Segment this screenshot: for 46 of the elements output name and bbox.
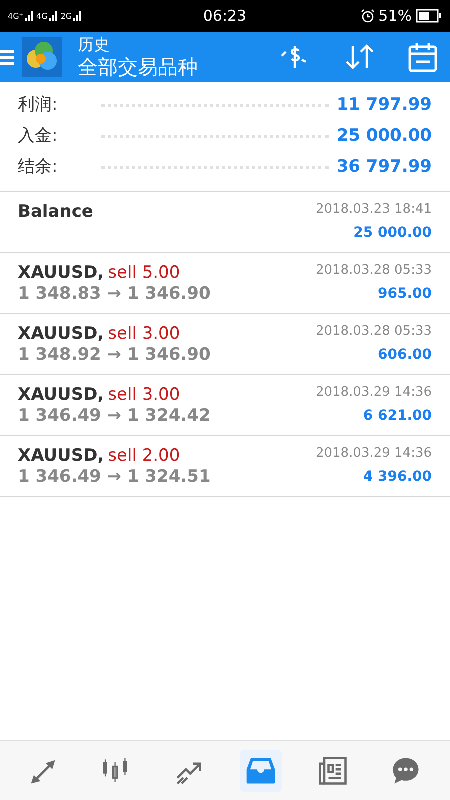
battery-percent: 51% [378,6,412,27]
trade-side: sell 5.00 [108,263,180,284]
deal-symbol: XAUUSD, [18,324,104,346]
alarm-icon [360,9,375,23]
deal-time: 2018.03.28 05:33 [316,263,432,280]
summary-value: 11 797.99 [336,94,432,117]
calendar-icon[interactable] [408,41,438,73]
app-logo-icon [22,37,62,77]
deal-time: 2018.03.28 05:33 [316,324,432,340]
deal-symbol: Balance [18,202,94,224]
deal-amount: 4 396.00 [363,468,432,488]
deal-symbol: XAUUSD, [18,446,104,468]
deal-time: 2018.03.23 18:41 [316,202,432,218]
network-label: 4G [36,13,48,21]
clock: 06:23 [202,6,248,27]
deal-amount: 965.00 [378,285,432,304]
deal-amount: 606.00 [378,346,432,366]
signal-icon [73,11,82,21]
summary-value: 36 797.99 [336,156,432,179]
deal-time: 2018.03.29 14:36 [316,446,432,462]
summary-value: 25 000.00 [336,124,432,148]
summary-label: 入金: [18,124,59,148]
deal-time: 2018.03.29 14:36 [316,385,432,402]
network-label: 4G⁺ [8,13,24,21]
deal-amount: 25 000.00 [354,224,432,244]
battery-icon [416,9,442,23]
menu-icon[interactable] [0,48,14,66]
deal-amount: 6 621.00 [363,407,432,426]
sort-arrows-icon[interactable] [344,43,376,71]
trade-side: sell 3.00 [108,324,180,346]
price-range: 1 348.83 → 1 346.90 [18,284,212,306]
signal-icon [24,11,33,21]
price-range: 1 348.92 → 1 346.90 [18,345,212,366]
price-range: 1 346.49 → 1 324.51 [18,467,212,488]
signal-icon [48,11,57,21]
nav-tab[interactable] [240,750,282,792]
deal-symbol: XAUUSD, [18,385,104,406]
screen-title: 历史 [78,34,111,54]
summary-label: 结余: [18,156,59,179]
network-label: 2G [60,13,72,21]
deal-symbol: XAUUSD, [18,263,104,284]
trade-side: sell 3.00 [108,385,180,406]
price-range: 1 346.49 → 1 324.42 [18,406,212,428]
symbol-filter[interactable]: 全部交易品种 [78,54,198,80]
summary-label: 利润: [18,94,59,117]
trade-side: sell 2.00 [108,446,180,468]
